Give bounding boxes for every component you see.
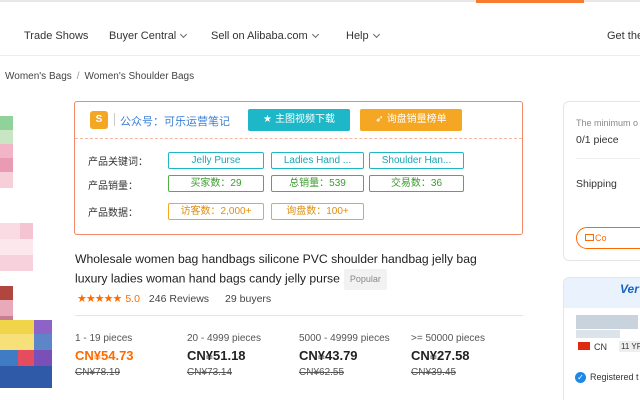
video-download-label: 主图视频下载: [274, 114, 335, 125]
sales-stat: 交易数：36: [369, 175, 464, 192]
breadcrumb-womens-bags[interactable]: Women's Bags: [5, 71, 72, 82]
divider: [114, 113, 115, 126]
country-code: CN: [594, 342, 607, 352]
breadcrumb-separator: /: [76, 71, 80, 82]
price-tier-qty: 1 - 19 pieces: [75, 333, 133, 344]
order-panel: The minimum o 0/1 piece Shipping Co: [563, 101, 640, 261]
chevron-down-icon: [311, 30, 319, 39]
keyword-tag[interactable]: Ladies Hand ...: [271, 152, 364, 169]
chevron-down-icon: [372, 30, 380, 39]
price-tier-price: CN¥27.58: [411, 348, 470, 363]
popular-badge: Popular: [343, 269, 387, 290]
min-order-text: The minimum o: [576, 118, 639, 128]
data-stat: 询盘数：100+: [271, 203, 364, 220]
price-tier: 1 - 19 pieces CN¥54.73 CN¥78.19: [75, 333, 190, 378]
price-tier-qty: >= 50000 pieces: [411, 333, 485, 344]
plugin-header: S 公众号：可乐运营笔记 ★ 主图视频下载 ➶ 询盘销量榜单: [75, 102, 522, 139]
wechat-account-link[interactable]: 公众号：可乐运营笔记: [120, 113, 230, 129]
price-tier-qty: 20 - 4999 pieces: [187, 333, 261, 344]
sales-label: 产品销量：: [88, 181, 138, 192]
nav-help[interactable]: Help: [346, 30, 380, 42]
contact-label: Co: [595, 233, 607, 243]
data-label: 产品数据：: [88, 208, 138, 219]
supplier-card[interactable]: Ver CN 11 YR ✓ Registered t: [563, 277, 640, 400]
nav-trade-shows-label: Trade Shows: [24, 30, 89, 42]
price-tier-price: CN¥43.79: [299, 348, 358, 363]
price-tier-qty: 5000 - 49999 pieces: [299, 333, 390, 344]
registered-text: Registered t: [590, 372, 639, 382]
star-rating-icon: ★★★★★: [77, 293, 122, 305]
supplier-name-blurred: [576, 315, 638, 329]
price-tier: 20 - 4999 pieces CN¥51.18 CN¥73.14: [187, 333, 302, 378]
video-download-button[interactable]: ★ 主图视频下载: [248, 109, 350, 131]
product-image-thumbnails[interactable]: [0, 98, 52, 388]
search-button-edge[interactable]: [476, 0, 584, 3]
price-tier-old-price: CN¥78.19: [75, 367, 121, 378]
pieces-count: 0/1 piece: [576, 134, 619, 146]
nav-sell-on-alibaba[interactable]: Sell on Alibaba.com: [211, 30, 319, 42]
years-badge: 11 YR: [619, 341, 640, 352]
shipping-label: Shipping: [576, 178, 617, 190]
data-stat: 访客数：2,000+: [168, 203, 264, 220]
top-nav: Trade Shows Buyer Central Sell on Alibab…: [0, 20, 640, 56]
nav-trade-shows[interactable]: Trade Shows: [24, 30, 88, 42]
divider: [576, 158, 640, 159]
supplier-info-blurred: [576, 330, 620, 338]
rating-score: 5.0: [125, 293, 140, 305]
star-icon: ★: [263, 114, 272, 125]
sales-ranking-label: 询盘销量榜单: [386, 114, 447, 125]
price-tier-price: CN¥54.73: [75, 348, 134, 363]
nav-buyer-central[interactable]: Buyer Central: [109, 30, 188, 42]
buyers-count: 29 buyers: [225, 293, 272, 305]
rating-row: ★★★★★ 5.0 246 Reviews 29 buyers: [77, 292, 271, 305]
price-tier-old-price: CN¥39.45: [411, 367, 457, 378]
plugin-panel: S 公众号：可乐运营笔记 ★ 主图视频下载 ➶ 询盘销量榜单 产品关键词： Jell…: [74, 101, 523, 235]
verified-check-icon: ✓: [575, 372, 586, 383]
price-tier: >= 50000 pieces CN¥27.58 CN¥39.45: [411, 333, 526, 378]
price-tier-old-price: CN¥62.55: [299, 367, 345, 378]
keyword-tag[interactable]: Shoulder Han...: [369, 152, 464, 169]
nav-buyer-central-label: Buyer Central: [109, 30, 177, 42]
breadcrumb: Women's Bags / Women's Shoulder Bags: [5, 71, 194, 82]
keywords-label: 产品关键词：: [88, 157, 148, 168]
mail-icon: [585, 234, 594, 241]
nav-sell-label: Sell on Alibaba.com: [211, 30, 308, 42]
nav-help-label: Help: [346, 30, 369, 42]
price-tier: 5000 - 49999 pieces CN¥43.79 CN¥62.55: [299, 333, 414, 378]
price-tier-price: CN¥51.18: [187, 348, 246, 363]
price-tier-old-price: CN¥73.14: [187, 367, 233, 378]
keyword-tag[interactable]: Jelly Purse: [168, 152, 264, 169]
china-flag-icon: [578, 342, 590, 350]
verified-label: Ver: [620, 282, 639, 296]
sales-ranking-button[interactable]: ➶ 询盘销量榜单: [360, 109, 462, 131]
sales-stat: 买家数：29: [168, 175, 264, 192]
product-title: Wholesale women bag handbags silicone PV…: [75, 250, 510, 290]
chevron-down-icon: [180, 30, 188, 39]
divider: [75, 315, 523, 316]
rocket-icon: ➶: [375, 114, 384, 125]
contact-supplier-button[interactable]: Co: [576, 227, 640, 249]
breadcrumb-womens-shoulder-bags[interactable]: Women's Shoulder Bags: [85, 71, 195, 82]
sales-stat: 总销量：539: [271, 175, 364, 192]
nav-get-the-app[interactable]: Get the: [607, 30, 640, 42]
product-title-text: Wholesale women bag handbags silicone PV…: [75, 252, 477, 286]
reviews-link[interactable]: 246 Reviews: [149, 293, 209, 305]
plugin-logo: S: [90, 111, 108, 129]
